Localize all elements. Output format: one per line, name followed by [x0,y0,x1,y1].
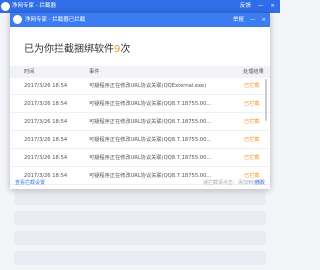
background-content [0,185,280,270]
close-button[interactable]: × [261,13,266,27]
row-time: 2017/3/26 18:54 [24,119,68,125]
dialog-footer: 查看拦截设置 误拦截请点击：添加到信任 修改 [10,177,270,189]
table-row: 2017/3/26 18:54 可疑程序正在修改URL协议关联(QQ8.7.18… [10,150,270,167]
table-row: 2017/3/26 18:54 可疑程序正在修改URL协议关联(QQ8.7.18… [10,114,270,131]
headline: 已为你拦截捆绑软件9次 [24,40,130,55]
row-result: 已拦截 [244,137,260,143]
row-event: 可疑程序正在修改URL协议关联(QQExternal.exe) [89,83,207,89]
dialog-window-controls: 举报 — × [233,13,266,27]
app-feedback-link[interactable]: 反馈 [240,1,251,12]
table-row: 2017/3/26 18:54 可疑程序正在修改URL协议关联(QQExtern… [10,78,270,95]
app-minimize-button[interactable]: — [258,1,264,12]
column-header-time: 时间 [24,69,35,75]
headline-suffix: 次 [120,44,131,55]
shield-icon [13,15,22,24]
row-time: 2017/3/26 18:54 [24,83,68,89]
app-title: 净网专家 - 拦截器 [12,3,56,9]
app-window-controls: 反馈 — × [240,1,275,12]
app-header: 净网专家 - 拦截器 反馈 — × [0,0,280,13]
background-row [14,211,266,225]
table-body[interactable]: 2017/3/26 18:54 可疑程序正在修改URL协议关联(QQExtern… [10,78,270,185]
background-row [14,231,266,245]
background-row [14,191,266,205]
row-result: 已拦截 [244,119,260,125]
row-event: 可疑程序正在修改URL协议关联(QQ8.7.18755.00... [89,137,212,143]
report-button[interactable]: 举报 [233,13,244,27]
app-logo-icon [1,2,10,11]
minimize-button[interactable]: — [250,13,256,27]
interception-dialog: 净网专家 · 拦截器已拦截 举报 — × 已为你拦截捆绑软件9次 时间 事件 处… [10,13,270,189]
row-event: 可疑程序正在修改URL协议关联(QQ8.7.18755.00... [89,119,212,125]
table-scrollbar[interactable] [265,79,267,121]
dialog-title: 净网专家 · 拦截器已拦截 [25,17,86,23]
row-time: 2017/3/26 18:54 [24,155,68,161]
app-close-button[interactable]: × [270,1,275,12]
view-settings-link[interactable]: 查看拦截设置 [15,177,45,189]
column-header-event: 事件 [89,69,100,75]
table-row: 2017/3/26 18:54 可疑程序正在修改URL协议关联(QQ8.7.18… [10,132,270,149]
row-result: 已拦截 [244,155,260,161]
table-header: 时间 事件 处理结果 [10,66,270,78]
dialog-titlebar: 净网专家 · 拦截器已拦截 举报 — × [10,13,270,27]
table-row: 2017/3/26 18:54 可疑程序正在修改URL协议关联(QQ8.7.18… [10,96,270,113]
headline-prefix: 已为你拦截捆绑软件 [24,44,114,55]
row-result: 已拦截 [244,101,260,107]
row-event: 可疑程序正在修改URL协议关联(QQ8.7.18755.00... [89,101,212,107]
row-result: 已拦截 [244,83,260,89]
row-event: 可疑程序正在修改URL协议关联(QQ8.7.18755.00... [89,155,212,161]
background-row [14,251,266,265]
modify-link[interactable]: 修改 [255,177,265,189]
row-time: 2017/3/26 18:54 [24,137,68,143]
row-time: 2017/3/26 18:54 [24,101,68,107]
column-header-result: 处理结果 [243,69,264,75]
footer-hint: 误拦截请点击：添加到信任 [203,180,264,186]
